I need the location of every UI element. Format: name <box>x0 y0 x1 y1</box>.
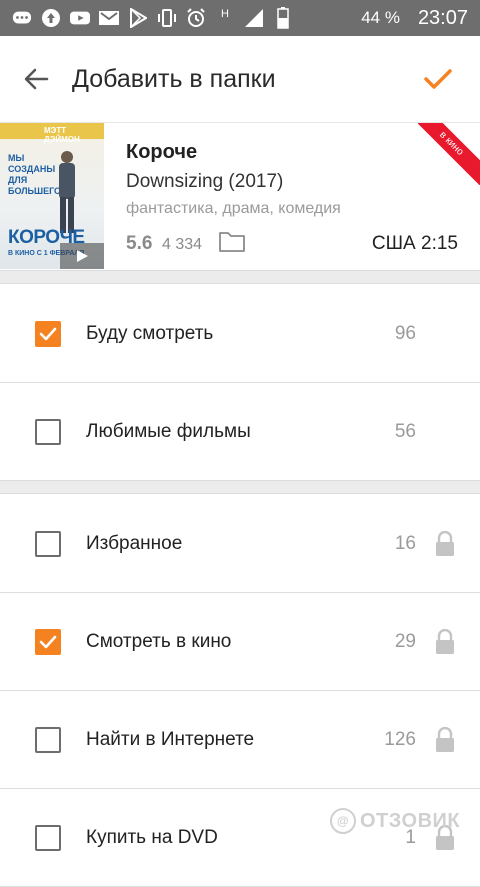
confirm-button[interactable] <box>416 57 460 101</box>
back-button[interactable] <box>16 59 56 99</box>
checkbox-unchecked[interactable] <box>35 418 61 445</box>
movie-votes: 4 334 <box>162 236 203 253</box>
movie-rating: 5.6 <box>126 233 153 254</box>
folder-row[interactable]: Избранное 16 <box>0 495 480 593</box>
folder-row[interactable]: Купить на DVD 1 <box>0 789 480 887</box>
play-icon <box>77 250 88 262</box>
folder-name: Смотреть в кино <box>86 630 232 652</box>
poster-actor: МЭТТ ДЭЙМОН <box>44 126 80 144</box>
folder-count: 29 <box>394 630 416 652</box>
checkbox-unchecked[interactable] <box>35 530 61 557</box>
checkbox-unchecked[interactable] <box>35 726 61 753</box>
folder-count: 16 <box>394 532 416 554</box>
status-icons: H <box>12 7 361 29</box>
movie-poster[interactable]: МЭТТ ДЭЙМОН МЫ СОЗДАНЫ ДЛЯ БОЛЬШЕГО КОРО… <box>0 123 104 269</box>
gmail-icon <box>99 8 119 28</box>
movie-country-duration: США 2:15 <box>371 233 458 254</box>
battery-icon <box>273 7 293 29</box>
play-trailer-button[interactable] <box>60 243 104 269</box>
clock: 23:07 <box>417 6 468 29</box>
vibrate-icon <box>157 8 177 28</box>
ribbon-label: в кино <box>418 123 480 185</box>
lock-icon <box>436 530 454 556</box>
upload-icon <box>41 8 61 28</box>
arrow-back-icon <box>24 68 49 90</box>
checkbox-checked[interactable] <box>35 628 61 655</box>
watermark-logo-icon: @ <box>330 808 356 834</box>
movie-original-title: Downsizing (2017) <box>126 171 284 192</box>
network-h-icon: H <box>221 8 229 20</box>
poster-tagline: МЫ СОЗДАНЫ ДЛЯ БОЛЬШЕГО <box>8 153 62 196</box>
folder-row[interactable]: Любимые фильмы 56 <box>0 383 480 481</box>
movie-card[interactable]: МЭТТ ДЭЙМОН МЫ СОЗДАНЫ ДЛЯ БОЛЬШЕГО КОРО… <box>0 122 480 270</box>
check-icon <box>424 69 452 89</box>
group-divider <box>0 480 480 494</box>
checkmark-icon <box>39 635 57 648</box>
folder-row[interactable]: Найти в Интернете 126 <box>0 691 480 789</box>
app-bar: Добавить в папки <box>0 36 480 122</box>
checkbox-checked[interactable] <box>35 320 61 347</box>
folder-icon[interactable] <box>218 229 246 253</box>
poster-figure-icon <box>59 151 75 233</box>
alarm-icon <box>186 8 206 28</box>
in-cinema-ribbon: в кино <box>418 123 480 185</box>
youtube-icon <box>70 8 90 28</box>
checkmark-icon <box>39 327 57 340</box>
play-store-icon <box>128 8 148 28</box>
folder-name: Буду смотреть <box>86 322 214 344</box>
folder-count: 126 <box>384 728 416 750</box>
lock-icon <box>436 628 454 654</box>
folder-name: Избранное <box>86 532 183 554</box>
group-divider <box>0 270 480 284</box>
folder-name: Любимые фильмы <box>86 420 251 442</box>
folder-name: Найти в Интернете <box>86 728 255 750</box>
checkbox-unchecked[interactable] <box>35 824 61 851</box>
folder-row[interactable]: Смотреть в кино 29 <box>0 593 480 691</box>
watermark: @ ОТЗОВИК <box>330 808 460 834</box>
chat-icon <box>12 8 32 28</box>
status-right: 44 % 23:07 <box>361 7 468 30</box>
movie-title: Короче <box>126 141 198 163</box>
watermark-text: ОТЗОВИК <box>360 809 461 832</box>
folder-count: 96 <box>394 322 416 344</box>
page-title: Добавить в папки <box>72 64 276 93</box>
lock-icon <box>436 726 454 752</box>
movie-genres: фантастика, драма, комедия <box>126 200 341 217</box>
signal-icon <box>244 8 264 28</box>
folder-count: 56 <box>394 420 416 442</box>
battery-level: 44 % <box>361 8 400 27</box>
status-bar: H 44 % 23:07 <box>0 0 480 36</box>
folder-name: Купить на DVD <box>86 826 218 848</box>
folder-row[interactable]: Буду смотреть 96 <box>0 285 480 383</box>
